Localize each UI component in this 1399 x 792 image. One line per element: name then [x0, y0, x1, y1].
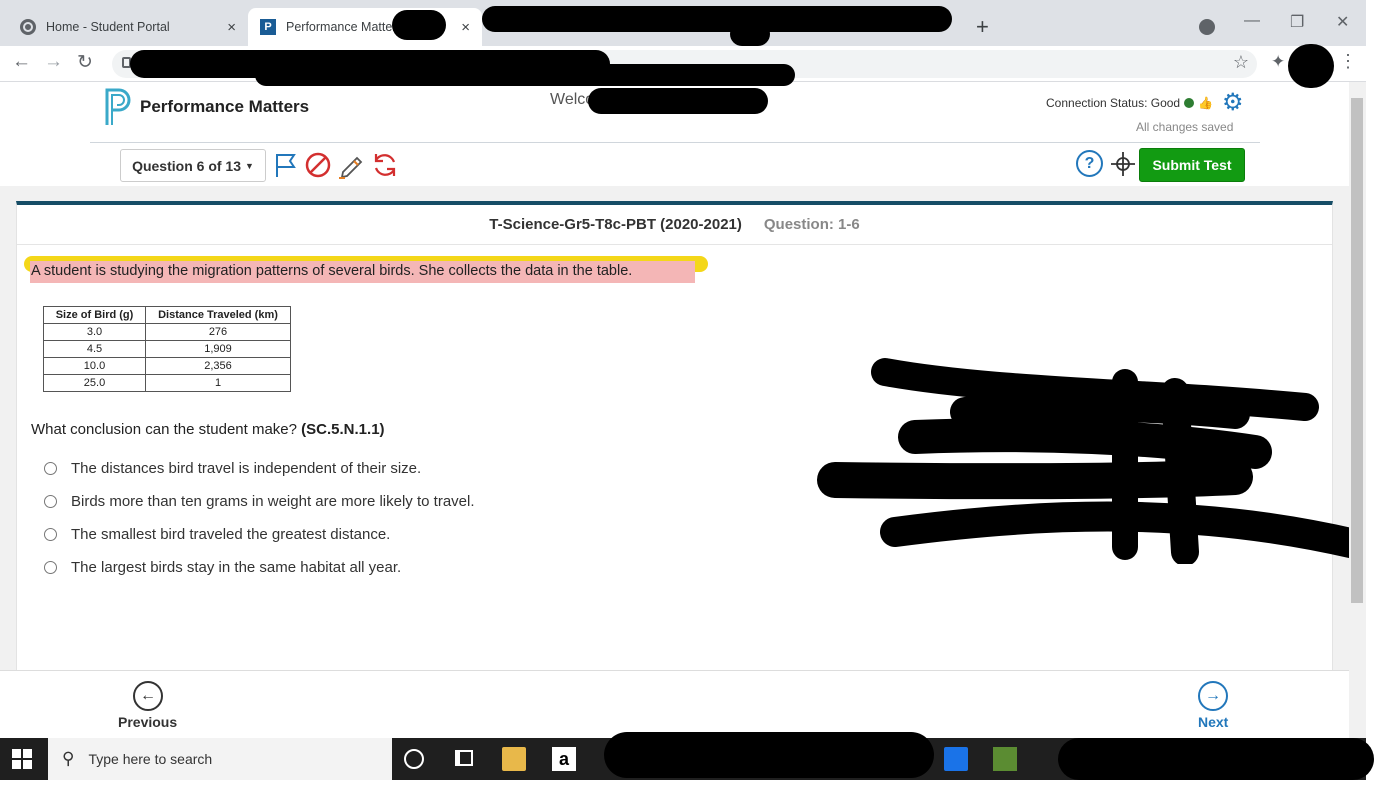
table-header-row: Size of Bird (g) Distance Traveled (km)	[43, 306, 291, 324]
question-navigation: ← Previous → Next	[0, 670, 1349, 738]
tab-student-portal[interactable]: Home - Student Portal ×	[8, 8, 248, 46]
save-status: All changes saved	[1136, 120, 1234, 134]
browser-menu-icon[interactable]: ⋮	[1339, 51, 1357, 72]
connection-status-text: Connection Status: Good	[1046, 96, 1181, 110]
help-icon[interactable]: ?	[1076, 150, 1103, 177]
extensions-puzzle-icon[interactable]: ✦	[1271, 52, 1285, 72]
table-row: 25.0 1	[43, 374, 291, 392]
radio-button[interactable]	[44, 462, 57, 475]
window-close-icon[interactable]: ✕	[1336, 12, 1349, 32]
radio-button[interactable]	[44, 561, 57, 574]
table-cell: 1,909	[145, 340, 291, 358]
file-explorer-icon[interactable]	[502, 747, 526, 771]
performance-matters-logo-icon	[105, 88, 131, 125]
radio-button[interactable]	[44, 495, 57, 508]
question-select-label: Question 6 of 13	[132, 157, 241, 174]
prompt-text: What conclusion can the student make?	[31, 421, 297, 438]
table-cell: 1	[145, 374, 291, 392]
reset-icon[interactable]	[370, 150, 400, 180]
answer-choice[interactable]: The smallest bird traveled the greatest …	[44, 526, 390, 543]
minimize-icon[interactable]: —	[1244, 12, 1260, 30]
column-header: Distance Traveled (km)	[145, 306, 291, 324]
eliminate-icon[interactable]	[303, 150, 333, 180]
redaction-mark	[604, 732, 934, 778]
chevron-down-icon: ▼	[245, 160, 254, 171]
redaction-mark	[392, 10, 446, 40]
tab-performance-matters[interactable]: P Performance Matters ×	[248, 8, 482, 46]
status-dot-icon	[1184, 98, 1195, 108]
next-button[interactable]: Next	[1198, 714, 1228, 730]
bookmark-star-icon[interactable]: ☆	[1233, 52, 1249, 73]
search-icon: ⚲	[62, 749, 75, 768]
arrow-right-icon[interactable]: →	[1198, 681, 1228, 711]
table-cell: 25.0	[43, 374, 146, 392]
restore-icon[interactable]: ❐	[1290, 12, 1304, 32]
taskbar-search-input[interactable]: ⚲ Type here to search	[48, 738, 392, 780]
gear-icon[interactable]: ⚙	[1222, 88, 1244, 117]
performance-matters-favicon-icon: P	[260, 19, 276, 35]
question-number: Question: 1-6	[763, 216, 860, 233]
close-icon[interactable]: ×	[227, 19, 236, 36]
redaction-mark	[730, 22, 770, 46]
connection-status: Connection Status: Good 👍	[1046, 96, 1213, 110]
column-header: Size of Bird (g)	[43, 306, 146, 324]
back-arrow-icon[interactable]: ←	[12, 51, 31, 73]
forward-arrow-icon[interactable]: →	[44, 51, 63, 73]
submit-test-button[interactable]: Submit Test	[1139, 148, 1245, 182]
table-cell: 276	[145, 323, 291, 341]
redaction-mark	[482, 6, 952, 32]
redaction-mark	[817, 358, 1366, 564]
minecraft-icon[interactable]	[993, 747, 1017, 771]
standard-code: (SC.5.N.1.1)	[301, 421, 385, 438]
globe-icon	[20, 19, 36, 35]
table-cell: 3.0	[43, 323, 146, 341]
table-cell: 2,356	[145, 357, 291, 375]
data-table: Size of Bird (g) Distance Traveled (km) …	[43, 306, 291, 392]
reload-icon[interactable]: ↻	[77, 51, 93, 74]
scrollbar-thumb[interactable]	[1351, 98, 1363, 603]
choice-text[interactable]: The smallest bird traveled the greatest …	[71, 526, 390, 543]
tab-title: Home - Student Portal	[46, 20, 170, 34]
question-select[interactable]: Question 6 of 13 ▼	[120, 149, 266, 182]
redaction-mark	[1288, 44, 1334, 88]
redaction-mark	[588, 88, 768, 114]
task-view-icon[interactable]	[455, 750, 473, 766]
page-scrollbar[interactable]	[1349, 82, 1366, 738]
table-cell: 4.5	[43, 340, 146, 358]
close-icon[interactable]: ×	[461, 19, 470, 36]
tab-search-icon[interactable]	[1199, 19, 1215, 35]
choice-text[interactable]: The largest birds stay in the same habit…	[71, 559, 401, 576]
flag-icon[interactable]	[272, 150, 302, 180]
choice-text[interactable]: Birds more than ten grams in weight are …	[71, 493, 475, 510]
redaction-mark	[255, 64, 795, 86]
thumbs-up-icon: 👍	[1198, 96, 1214, 110]
divider	[90, 142, 1260, 143]
screen-edge	[1366, 0, 1399, 792]
crosshair-icon[interactable]	[1110, 151, 1136, 177]
test-name: T-Science-Gr5-T8c-PBT (2020-2021)	[489, 216, 742, 233]
table-cell: 10.0	[43, 357, 146, 375]
answer-choice[interactable]: The distances bird travel is independent…	[44, 460, 421, 477]
table-row: 10.0 2,356	[43, 357, 291, 375]
previous-button[interactable]: Previous	[118, 714, 177, 730]
redaction-mark	[1058, 738, 1374, 780]
answer-choice[interactable]: Birds more than ten grams in weight are …	[44, 493, 475, 510]
amazon-icon[interactable]: a	[552, 747, 576, 771]
question-prompt: What conclusion can the student make? (S…	[31, 421, 385, 438]
new-tab-button[interactable]: +	[976, 14, 989, 40]
pencil-icon[interactable]	[337, 150, 367, 180]
table-row: 4.5 1,909	[43, 340, 291, 358]
cortana-icon[interactable]	[404, 749, 424, 769]
search-placeholder: Type here to search	[88, 751, 213, 767]
brand-name: Performance Matters	[140, 97, 310, 116]
question-header: T-Science-Gr5-T8c-PBT (2020-2021) Questi…	[17, 205, 1332, 245]
question-stem[interactable]: A student is studying the migration patt…	[31, 263, 632, 279]
arrow-left-icon[interactable]: ←	[133, 681, 163, 711]
answer-choice[interactable]: The largest birds stay in the same habit…	[44, 559, 401, 576]
choice-text[interactable]: The distances bird travel is independent…	[71, 460, 421, 477]
mail-icon[interactable]	[944, 747, 968, 771]
radio-button[interactable]	[44, 528, 57, 541]
table-row: 3.0 276	[43, 323, 291, 341]
windows-start-icon[interactable]	[12, 749, 32, 769]
